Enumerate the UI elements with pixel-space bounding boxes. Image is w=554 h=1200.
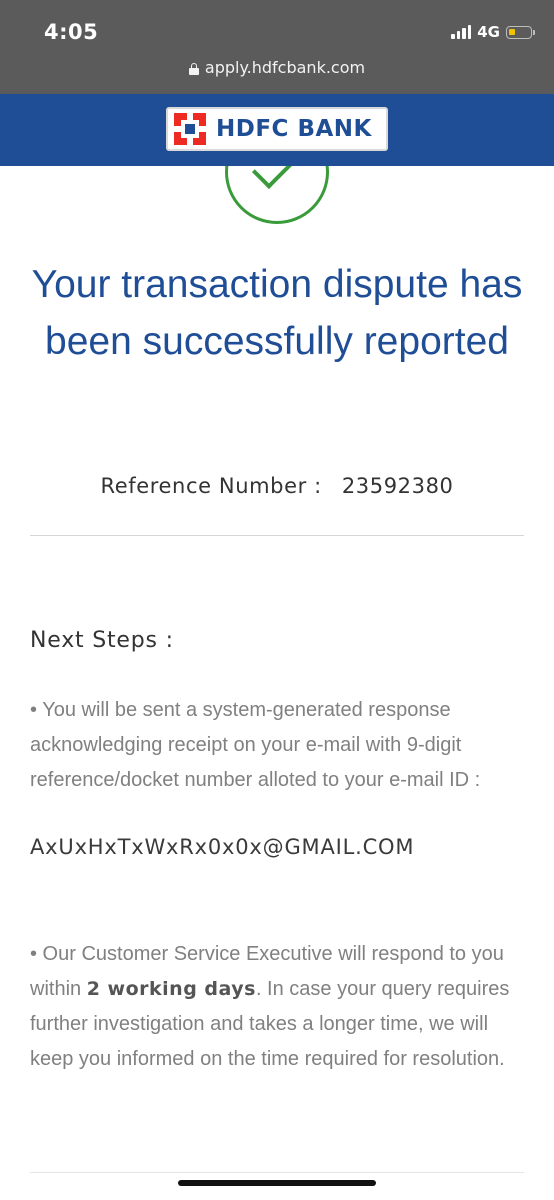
hdfc-logo-icon <box>174 113 206 145</box>
bank-header: HDFC BANK <box>0 94 554 166</box>
lock-icon <box>188 62 199 75</box>
status-time: 4:05 <box>44 20 99 44</box>
address-bar[interactable]: apply.hdfcbank.com <box>0 58 554 77</box>
next-step-2: • Our Customer Service Executive will re… <box>30 937 530 1077</box>
cellular-signal-icon <box>451 25 472 39</box>
next-steps-title: Next Steps : <box>30 628 174 653</box>
hdfc-logo[interactable]: HDFC BANK <box>166 107 388 151</box>
success-heading: Your transaction dispute has been succes… <box>31 263 523 363</box>
reference-row: Reference Number : 23592380 <box>0 474 554 498</box>
footer-divider <box>30 1172 524 1173</box>
divider <box>30 535 524 536</box>
home-indicator[interactable] <box>178 1180 376 1186</box>
email-address: AxUxHxTxWxRx0x0x@GMAIL.COM <box>30 835 415 859</box>
next-step-1: • You will be sent a system-generated re… <box>30 699 481 791</box>
network-type: 4G <box>477 23 500 41</box>
reference-label: Reference Number : <box>100 474 322 498</box>
reference-number: 23592380 <box>341 474 454 498</box>
battery-icon <box>506 25 535 39</box>
browser-chrome: 4:05 4G apply.hdfcbank.com <box>0 0 554 94</box>
url-text: apply.hdfcbank.com <box>204 58 366 77</box>
step2-highlight: 2 working days <box>86 978 256 1000</box>
status-indicators: 4G <box>451 23 535 41</box>
logo-text: HDFC BANK <box>216 116 372 142</box>
